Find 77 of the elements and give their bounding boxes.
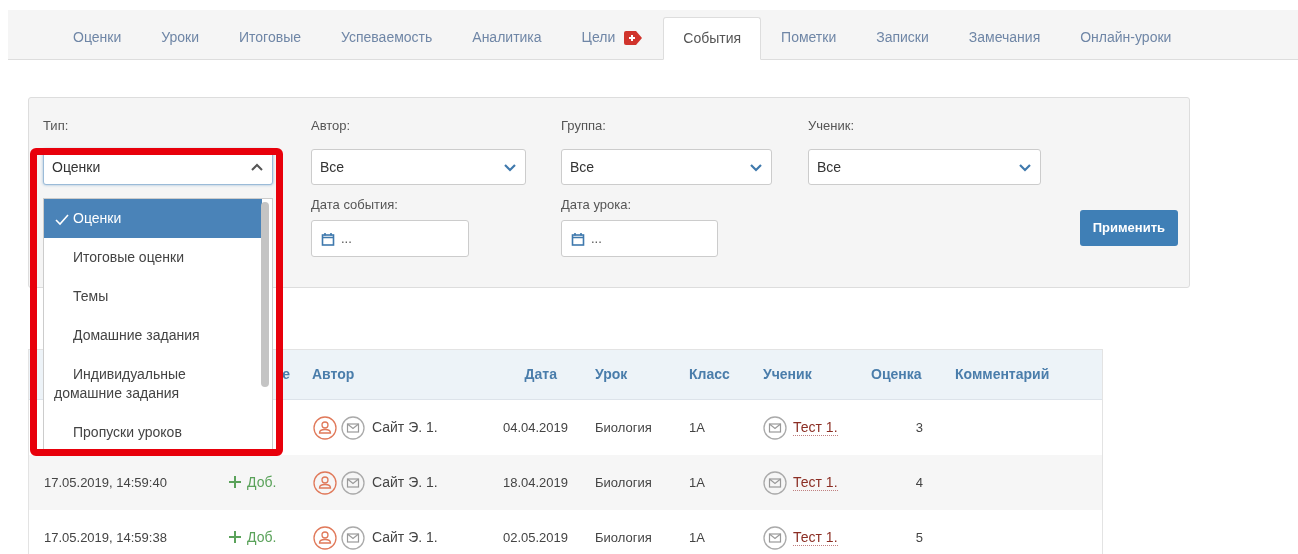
date-field[interactable]: ... [561, 220, 718, 257]
table-cell: 18.04.2019 [502, 474, 568, 490]
table-cell: Биология [595, 529, 652, 545]
dropdown-item[interactable]: Пропуски уроков [44, 413, 262, 449]
dropdown-item[interactable]: Темы [44, 277, 262, 316]
mail-icon [763, 470, 787, 495]
tab[interactable]: Замечания [948, 16, 1061, 59]
tab[interactable]: Пометки [761, 16, 857, 59]
added-label: Доб. [229, 471, 277, 493]
tab[interactable]: Уроки [141, 16, 219, 59]
calendar-icon [321, 231, 335, 246]
person-icon [313, 470, 337, 495]
apply-button[interactable]: Применить [1079, 210, 1178, 246]
table-cell-text: Сайт Э. 1. [372, 418, 438, 437]
table-cell: 5 [915, 529, 923, 545]
mail-icon [341, 470, 365, 495]
tab[interactable]: Оценки [53, 16, 142, 59]
field-label: Ученик: [808, 117, 855, 135]
dropdown-item[interactable]: Индивидуальные домашние задания [44, 355, 262, 413]
dropdown-item[interactable]: Домашние задания [44, 316, 262, 355]
person-icon [313, 415, 337, 440]
tab[interactable]: Записки [856, 16, 949, 59]
table-cell: 1А [689, 419, 705, 435]
table-cell: 17.05.2019, 14:59:38 [44, 529, 167, 545]
column-header[interactable]: Дата [476, 364, 581, 385]
field-label: Дата события: [311, 196, 399, 214]
table-cell: 02.05.2019 [502, 529, 568, 545]
student-link[interactable]: Тест 1. [793, 529, 838, 546]
column-header[interactable]: Автор [298, 364, 476, 385]
field-label: Автор: [311, 117, 352, 135]
mail-icon [341, 415, 365, 440]
tab[interactable]: Онлайн-уроки [1060, 16, 1192, 59]
column-header[interactable]: Комментарий [941, 364, 1102, 385]
table-cell: 3 [915, 419, 923, 435]
column-header[interactable]: Ученик [755, 364, 856, 385]
plus-icon [229, 476, 241, 488]
tab[interactable]: События [663, 17, 762, 60]
chevron-down-icon [503, 161, 517, 173]
field-label: Тип: [43, 117, 70, 135]
table-cell: 4 [915, 474, 923, 490]
field-label: Группа: [561, 117, 607, 135]
scrollbar[interactable] [261, 202, 269, 387]
dropdown-item[interactable]: Оценки [44, 199, 262, 238]
select-field[interactable]: Все [311, 149, 526, 185]
select-field[interactable]: Все [561, 149, 772, 185]
mail-icon [341, 525, 365, 550]
chevron-up-icon [250, 161, 264, 173]
tab[interactable]: Успеваемость [321, 16, 453, 59]
column-header[interactable]: Урок [581, 364, 675, 385]
tab[interactable]: Итоговые [219, 16, 321, 59]
dropdown-item[interactable]: Итоговые оценки [44, 238, 262, 277]
table-cell: 04.04.2019 [502, 419, 568, 435]
table-cell: 1А [689, 529, 705, 545]
table-cell-text: Сайт Э. 1. [372, 528, 438, 547]
table-cell: 17.05.2019, 14:59:40 [44, 474, 167, 490]
select-field[interactable]: Все [808, 149, 1041, 185]
calendar-icon [571, 231, 585, 246]
student-link[interactable]: Тест 1. [793, 474, 838, 491]
student-link[interactable]: Тест 1. [793, 419, 838, 436]
table-cell: 1А [689, 474, 705, 490]
column-header[interactable]: Класс [675, 364, 755, 385]
tab[interactable]: Аналитика [452, 16, 562, 59]
person-icon [313, 525, 337, 550]
table-cell: Биология [595, 419, 652, 435]
date-field[interactable]: ... [311, 220, 469, 257]
table-cell-text: Сайт Э. 1. [372, 473, 438, 492]
plus-icon [229, 531, 241, 543]
table-cell: Биология [595, 474, 652, 490]
column-header[interactable]: Оценка [856, 364, 941, 385]
chevron-down-icon [749, 161, 763, 173]
mail-icon [763, 525, 787, 550]
plus-tag-icon [623, 29, 644, 46]
tab[interactable]: Цели [561, 16, 664, 59]
field-label: Дата урока: [561, 196, 633, 214]
added-label: Доб. [229, 526, 277, 548]
chevron-down-icon [1018, 161, 1032, 173]
mail-icon [763, 415, 787, 440]
